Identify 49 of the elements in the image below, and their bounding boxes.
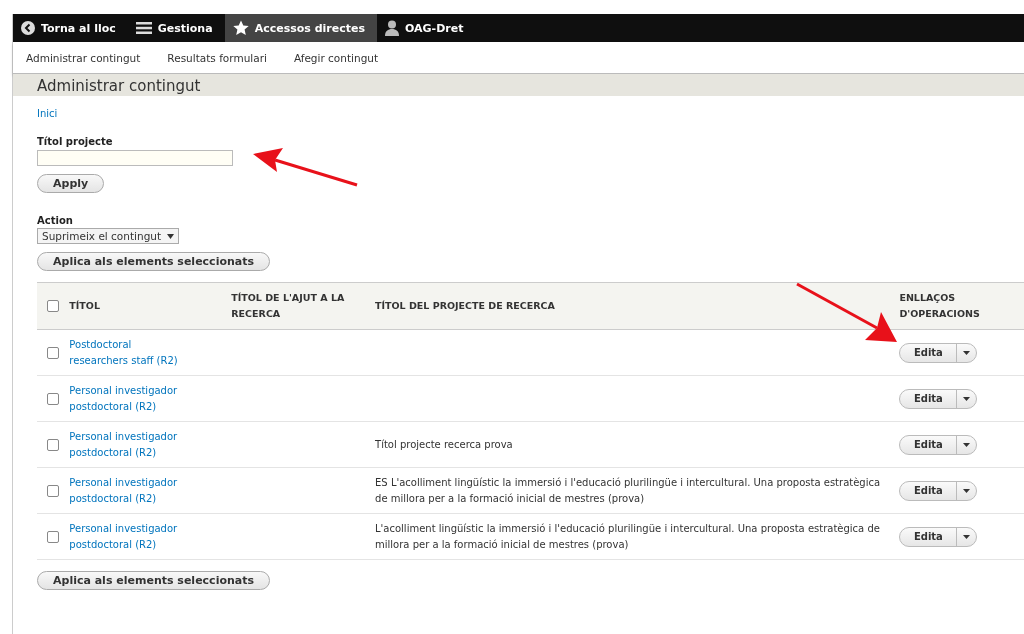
apply-selected-button[interactable]: Aplica als elements seleccionats — [37, 252, 271, 271]
column-header: ENLLAÇOS D'OPERACIONS — [899, 291, 981, 321]
checkbox[interactable] — [47, 392, 59, 405]
tray-link[interactable]: Resultats formulari — [167, 51, 267, 64]
checkbox[interactable] — [47, 530, 59, 543]
caret-icon — [963, 534, 971, 539]
column-header: TÍTOL DEL PROJECTE DE RECERCA — [375, 299, 555, 313]
caret-icon — [963, 442, 971, 447]
column-header: TÍTOL DE L'AJUT A LA RECERCA — [231, 291, 346, 321]
title-input-field[interactable] — [37, 150, 233, 166]
content-title-link[interactable]: Postdoctoral researchers staff (R2) — [69, 336, 190, 369]
table-cell: Títol projecte recerca prova — [375, 438, 513, 450]
star-icon — [232, 20, 249, 36]
caret-icon — [963, 488, 971, 493]
content-title-link[interactable]: Personal investigador postdoctoral (R2) — [69, 382, 190, 415]
apply-button[interactable]: Apply — [37, 174, 105, 193]
caret-icon — [963, 396, 971, 401]
caret-icon — [167, 233, 175, 239]
checkbox[interactable] — [47, 438, 59, 451]
checkbox[interactable] — [47, 346, 59, 359]
apply-selected-button[interactable]: Aplica als elements seleccionats — [37, 571, 271, 590]
edit-button[interactable]: Edita — [900, 435, 957, 454]
toolbar-tab[interactable]: Accessos directes — [224, 14, 377, 42]
caret-icon — [963, 350, 971, 355]
menu-icon — [135, 21, 152, 35]
table-cell: ES L'acolliment lingüístic la immersió i l'educació plurilingüe i intercultural. Una proposta estratègica de millora per a la formació inicial de mestres (prova) — [375, 476, 881, 504]
toolbar-tab[interactable]: OAG-Dret — [377, 14, 476, 42]
content-title-link[interactable]: Personal investigador postdoctoral (R2) — [69, 520, 190, 553]
toolbar-tab[interactable]: Torna al lloc — [13, 14, 128, 42]
table-cell: L'acolliment lingüístic la immersió i l'educació plurilingüe i intercultural. Una proposta estratègica de millora per a la formació inicial de mestres (prova) — [375, 522, 880, 550]
field-label: Títol projecte — [37, 136, 113, 147]
back-icon — [21, 21, 35, 35]
edit-button[interactable]: Edita — [900, 481, 957, 500]
user-icon — [385, 20, 399, 36]
page-title: Administrar contingut — [37, 76, 201, 96]
checkbox[interactable] — [47, 484, 59, 497]
content-title-link[interactable]: Personal investigador postdoctoral (R2) — [69, 428, 190, 461]
breadcrumb-link[interactable]: Inici — [37, 108, 58, 119]
edit-button[interactable]: Edita — [900, 343, 957, 362]
field-label: Action — [37, 215, 73, 226]
edit-button[interactable]: Edita — [900, 389, 957, 408]
tray-link[interactable]: Afegir contingut — [293, 51, 379, 64]
column-header: TÍTOL — [69, 299, 100, 313]
action-select[interactable]: Suprimeix el contingut — [37, 228, 180, 244]
toolbar-tab[interactable]: Gestiona — [127, 14, 225, 42]
tray-link[interactable]: Administrar contingut — [26, 51, 141, 64]
checkbox[interactable] — [47, 300, 59, 312]
content-title-link[interactable]: Personal investigador postdoctoral (R2) — [69, 474, 190, 507]
edit-button[interactable]: Edita — [900, 527, 957, 546]
